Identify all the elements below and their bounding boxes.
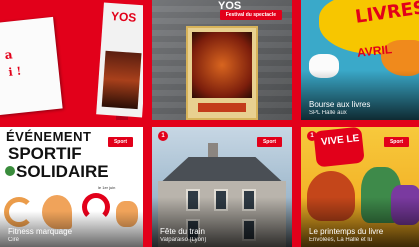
card-1-flyer-text: i ! <box>7 64 23 79</box>
event-grid: a i ! YOS YOS Festival du spectacle LIVR… <box>0 0 419 247</box>
card-4-green-dot <box>5 166 15 176</box>
card-2-poster-banner <box>198 103 246 112</box>
card-4-poster-line-3: SOLIDAIRE <box>16 162 109 181</box>
card-4-caption: Fitness marquage Ciré <box>8 227 137 243</box>
card-5-title: Fête du train <box>160 227 205 236</box>
card-5-number-badge: 1 <box>158 131 168 141</box>
card-5-category-badge: Sport <box>256 137 282 147</box>
card-1-poster-photo <box>101 50 142 110</box>
event-card-2[interactable]: YOS Festival du spectacle <box>152 0 292 120</box>
card-4-poster-subtitle: le 1er juin <box>98 185 116 190</box>
card-6-title: Le printemps du livre <box>309 227 384 236</box>
card-4-poster-line-2: SPORTIF <box>8 144 82 163</box>
card-4-poster-line-1: ÉVÉNEMENT <box>6 129 92 144</box>
card-6-caption: Le printemps du livre Envolées, La Halle… <box>309 227 413 243</box>
card-2-poster-image <box>192 32 252 98</box>
card-3-place: SPL Halle aux <box>309 110 347 116</box>
card-3-title: Bourse aux livres <box>309 100 371 109</box>
card-5-caption: Fête du train Valparaiso (Lyon) <box>160 227 286 243</box>
card-4-category-badge: Sport <box>107 137 133 147</box>
card-4-title: Fitness marquage <box>8 227 73 236</box>
event-card-6[interactable]: VIVE LE 1 Sport Le printemps du livre En… <box>301 127 419 247</box>
event-card-1[interactable]: a i ! YOS <box>0 0 143 120</box>
card-6-place: Envolées, La Halle et lu <box>309 237 373 243</box>
card-1-poster-heading: YOS <box>110 9 137 25</box>
card-1-flyer-top: a <box>4 47 14 63</box>
event-card-5[interactable]: 1 Sport Fête du train Valparaiso (Lyon) <box>152 127 292 247</box>
card-6-category-badge: Sport <box>383 137 409 147</box>
event-card-3[interactable]: LIVRES AVRIL Bourse aux livres SPL Halle… <box>301 0 419 120</box>
card-1-poster: YOS <box>96 2 143 118</box>
card-6-number-badge: 1 <box>307 131 317 141</box>
card-2-category-badge: Festival du spectacle <box>219 10 282 20</box>
card-5-place: Valparaiso (Lyon) <box>160 237 207 243</box>
event-card-4[interactable]: ÉVÉNEMENT SPORTIF SOLIDAIRE le 1er juin … <box>0 127 143 247</box>
card-2-poster <box>186 26 258 120</box>
card-3-caption: Bourse aux livres SPL Halle aux <box>309 100 413 116</box>
card-1-flyer: a i ! <box>0 16 63 116</box>
card-4-place: Ciré <box>8 237 20 243</box>
